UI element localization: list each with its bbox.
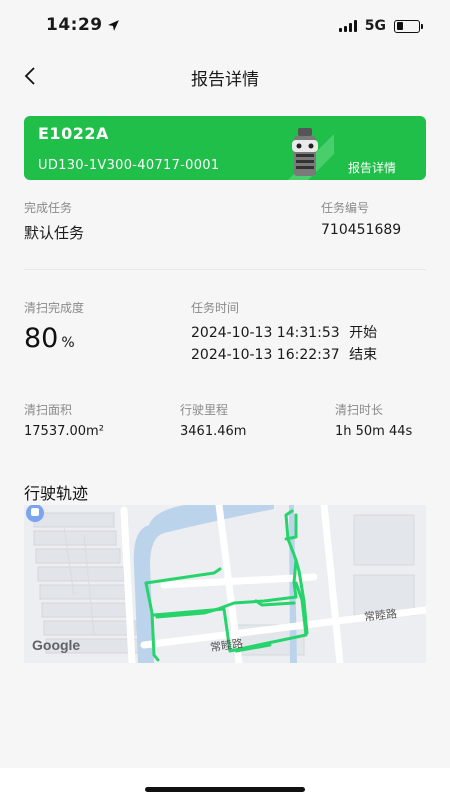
bottom-area [0,768,450,800]
status-bar: 14:29 5G [0,0,450,52]
progress-number: 80 [24,323,59,354]
task-name: 默认任务 [24,224,85,242]
area-value: 17537.00m² [24,424,104,439]
progress-label: 清扫完成度 [24,301,85,315]
area-label: 清扫面积 [24,403,73,417]
page-title: 报告详情 [191,70,259,90]
distance-label: 行驶里程 [180,403,229,417]
status-time-text: 14:29 [46,15,103,35]
device-sn: E1022A [38,124,109,143]
task-time-label: 任务时间 [191,301,240,315]
progress-value: 80% [24,323,75,354]
end-tag: 结束 [349,347,378,363]
task-id-label: 任务编号 [321,201,370,215]
device-model: UD130-1V300-40717-0001 [38,158,220,173]
task-end-time: 2024-10-13 16:22:37 结束 [191,344,377,364]
start-time-text: 2024-10-13 14:31:53 [191,325,340,341]
battery-icon [394,19,423,33]
end-time-text: 2024-10-13 16:22:37 [191,347,340,363]
duration-label: 清扫时长 [335,403,384,417]
location-arrow-icon [107,19,119,31]
nav-bar: 报告详情 [0,52,450,100]
trajectory-title: 行驶轨迹 [24,484,89,503]
signal-icon [338,20,357,32]
report-detail-link[interactable]: 报告详情 [348,159,396,176]
device-card: E1022A UD130-1V300-40717-0001 报告详情 [24,116,426,180]
task-id: 710451689 [321,222,402,238]
start-tag: 开始 [349,325,378,341]
progress-unit: % [61,335,75,351]
task-start-time: 2024-10-13 14:31:53 开始 [191,322,377,342]
road-label-2: 常睦路 [363,607,398,624]
google-logo: Google [32,637,81,653]
divider [24,269,426,270]
home-indicator [145,787,305,792]
duration-value: 1h 50m 44s [335,424,413,439]
trajectory-map[interactable]: 常睦路 常睦路 Google [24,505,426,663]
status-time: 14:29 [46,15,120,35]
robot-icon [288,128,334,180]
network-label: 5G [364,18,386,34]
distance-value: 3461.46m [180,424,247,439]
task-name-label: 完成任务 [24,201,73,215]
